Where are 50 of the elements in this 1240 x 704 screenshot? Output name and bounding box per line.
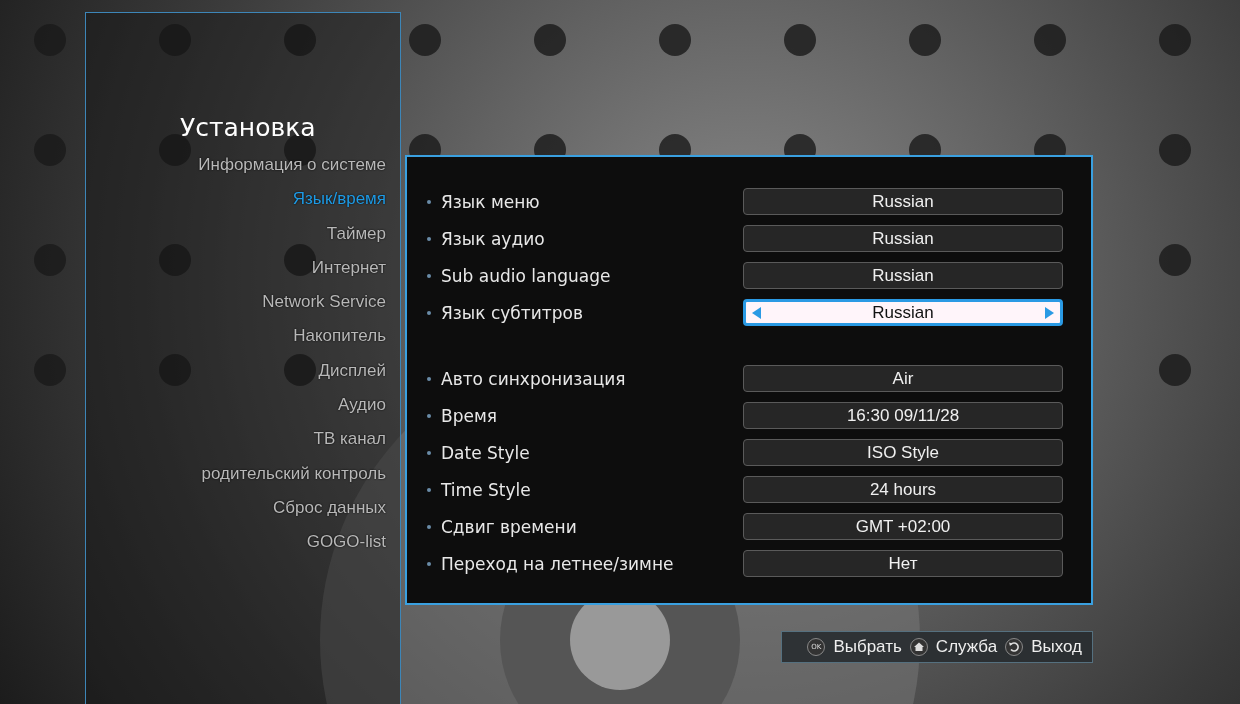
setting-label: Переход на летнее/зимне [441,553,675,574]
bullet-icon [427,487,431,492]
setting-value-field[interactable]: Russian [743,188,1063,215]
menu-item[interactable]: Дисплей [318,353,386,389]
menu-item[interactable]: ТВ канал [313,422,386,457]
setting-value-field[interactable]: Russian [743,225,1063,252]
back-icon [1005,638,1024,656]
setting-label: Sub audio language [441,265,612,286]
menu-item[interactable]: родительский контроль [201,456,386,491]
menu-item[interactable]: Информация о системе [198,148,386,183]
bullet-icon [427,524,431,529]
bullet-icon [427,450,431,455]
setting-value-field[interactable]: Нет [743,550,1063,577]
menu-item[interactable]: Интернет [311,250,386,286]
menu-item[interactable]: Аудио [338,388,386,423]
setting-label: Язык меню [441,191,541,212]
setting-value-field[interactable]: Russian [743,299,1063,326]
menu-item[interactable]: GOGO-list [306,525,386,560]
setting-label: Time Style [441,479,532,500]
home-icon [909,638,928,656]
setting-label: Время [441,405,498,426]
setting-value-field[interactable]: 24 hours [743,476,1063,503]
bullet-icon [427,273,431,278]
bullet-icon [427,310,431,315]
right-arrow-icon [1044,306,1054,319]
hint-label: Служба [935,637,998,657]
bullet-icon [427,376,431,381]
setting-label: Сдвиг времени [441,516,578,537]
setting-value-field[interactable]: 16:30 09/11/28 [743,402,1063,429]
menu-item[interactable]: Язык/время [292,182,386,217]
menu-item[interactable]: Network Service [262,285,386,320]
hint-label: Выход [1031,637,1082,657]
setting-value-field[interactable]: ISO Style [743,439,1063,466]
bullet-icon [427,413,431,418]
bullet-icon [427,199,431,204]
setting-label: Язык субтитров [441,302,584,323]
menu-item[interactable]: Таймер [326,216,386,251]
bullet-icon [427,236,431,241]
bullet-icon [427,561,431,566]
setting-value-field[interactable]: Russian [743,262,1063,289]
setting-label: Язык аудио [441,228,546,249]
setting-value-field[interactable]: Air [743,365,1063,392]
menu-item[interactable]: Сброс данных [273,490,386,526]
setting-label: Авто синхронизация [441,368,627,389]
setting-value-field[interactable]: GMT +02:00 [743,513,1063,540]
setting-label: Date Style [441,442,531,463]
menu-item[interactable]: Накопитель [293,319,386,354]
hint-label: Выбрать [833,637,902,657]
left-arrow-icon [752,306,762,319]
menu-title: Установка [180,113,316,142]
